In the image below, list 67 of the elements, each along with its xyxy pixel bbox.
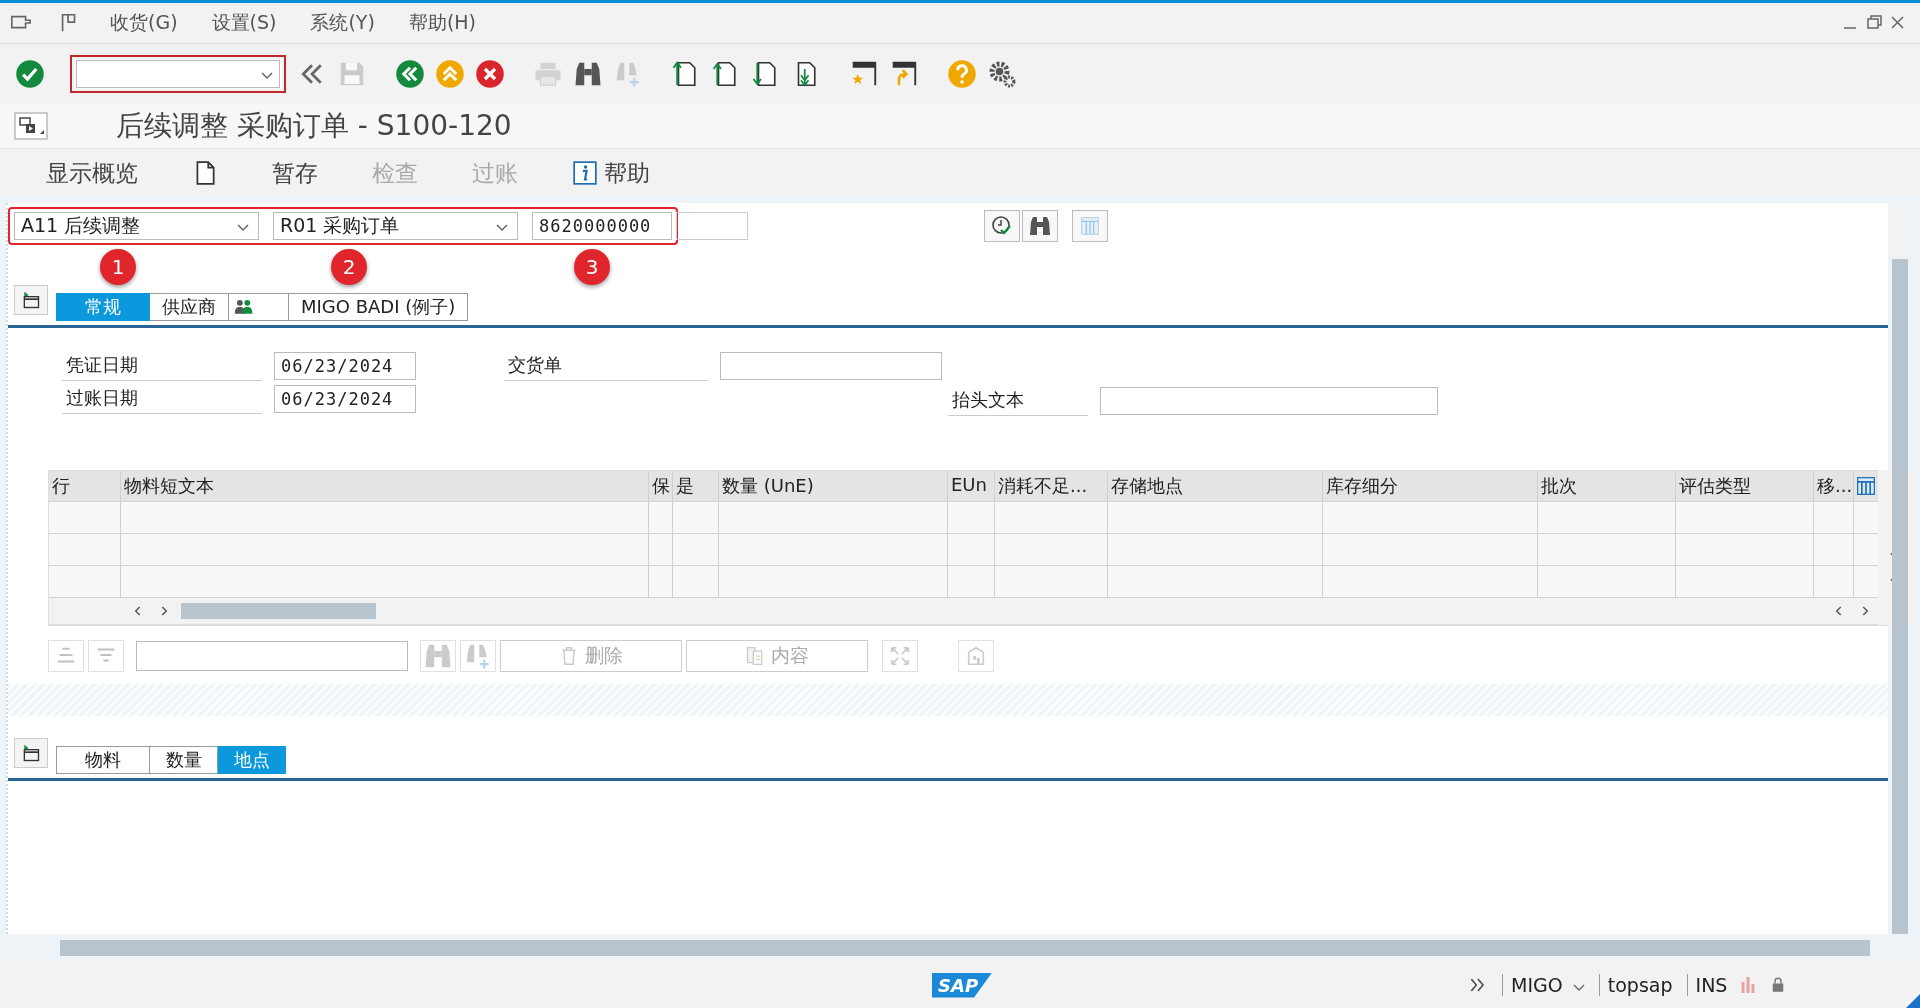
toolbar-button[interactable]: 暂存 [272,157,318,189]
field-label: 凭证日期 [62,350,262,381]
transaction-dropdown[interactable]: MIGO [1502,974,1585,996]
enter-icon[interactable] [14,58,46,90]
caret-icon[interactable] [260,71,274,81]
document-number-field[interactable]: 8620000000 [532,212,672,240]
vertical-scrollbar[interactable] [1892,203,1908,934]
help-button[interactable]: 帮助 [572,157,650,189]
input-mode: INS [1686,974,1728,996]
menu-item[interactable]: 帮助(H) [404,10,480,36]
column-header[interactable]: 保 [649,471,673,501]
resize-grip-icon[interactable] [1906,994,1920,1008]
input-field[interactable] [1100,386,1438,415]
chart-icon [1741,977,1756,993]
caret-icon[interactable] [495,223,509,233]
column-header[interactable]: 是 [673,471,719,501]
partners-tab[interactable] [229,293,289,321]
column-header[interactable]: 库存细分 [1323,471,1538,501]
people-icon[interactable] [233,297,255,317]
reference-dropdown[interactable]: R01 采购订单 [273,212,518,240]
binoculars-icon[interactable] [1028,214,1052,238]
input-field[interactable]: 06/23/2024 [274,351,416,380]
input-field[interactable] [720,351,942,380]
find-button[interactable] [1022,210,1058,242]
input-field[interactable] [676,212,748,240]
command-field[interactable] [70,55,286,93]
back-icon[interactable] [394,58,426,90]
window-title: 后续调整 采购订单 - S100-120 [116,108,512,144]
horizontal-scrollbar[interactable] [60,940,1870,956]
tab[interactable]: 数量 [150,746,218,774]
field-label: 交货单 [504,350,708,381]
scrollbar-thumb[interactable] [181,603,376,619]
sap-logo: SAP [932,972,993,998]
step-marker: 3 [574,249,610,285]
menu-item[interactable]: 系统(Y) [306,10,379,36]
column-header[interactable]: 消耗不足... [995,471,1108,501]
caret-icon[interactable] [236,223,250,233]
column-header[interactable]: 存储地点 [1108,471,1323,501]
menu-item[interactable]: 设置(S) [207,10,281,36]
info-icon[interactable] [572,160,598,186]
cancel-icon[interactable] [474,58,506,90]
action-dropdown[interactable]: A11 后续调整 [14,212,259,240]
column-header[interactable]: 行 [49,471,121,501]
tab[interactable]: MIGO BADI (例子) [289,293,469,321]
menu-item[interactable]: 收货(G) [106,10,182,36]
check-document-button[interactable] [984,210,1020,242]
step-marker: 2 [331,249,367,285]
input-field[interactable]: 06/23/2024 [274,384,416,413]
toolbar-button[interactable]: 显示概览 [46,157,138,189]
tab[interactable]: 供应商 [150,293,229,321]
tab[interactable]: 物料 [56,746,150,774]
column-header[interactable]: 批次 [1538,471,1676,501]
column-header[interactable]: 评估类型 [1676,471,1814,501]
search-field[interactable] [136,641,408,671]
screen-menu-icon[interactable] [14,112,48,140]
field-label: 抬头文本 [948,385,1088,416]
collapse-tab-icon[interactable] [14,738,48,768]
window-controls-icon[interactable] [1844,15,1904,31]
server-name: topsap [1598,974,1673,996]
collapse-tab-icon[interactable] [14,285,48,315]
caret-icon[interactable] [1572,984,1585,992]
field-label: 过账日期 [62,383,262,414]
column-header[interactable]: 数量 (UnE) [719,471,948,501]
column-header[interactable]: 移... [1814,471,1854,501]
column-header[interactable]: EUn [948,471,995,501]
step-marker: 1 [100,249,136,285]
column-header[interactable]: 物料短文本 [121,471,649,501]
